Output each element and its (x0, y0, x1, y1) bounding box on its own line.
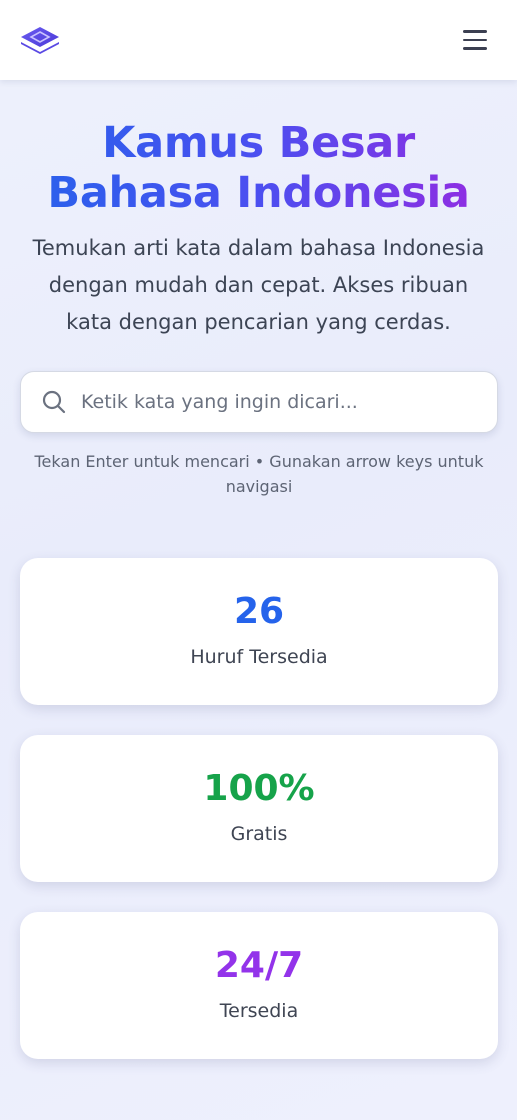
stat-label: Huruf Tersedia (190, 646, 328, 668)
stat-value: 100% (203, 768, 315, 809)
hamburger-menu-button[interactable] (460, 25, 490, 55)
stat-card-availability: 24/7 Tersedia (20, 912, 498, 1059)
page-title: Kamus Besar Bahasa Indonesia (0, 118, 517, 218)
search-icon (42, 390, 66, 414)
top-navbar (0, 0, 517, 80)
search-input[interactable] (81, 391, 481, 413)
stat-value: 24/7 (214, 945, 304, 986)
hero-section: Kamus Besar Bahasa Indonesia Temukan art… (0, 118, 517, 341)
stat-card-free: 100% Gratis (20, 735, 498, 882)
search-hint: Tekan Enter untuk mencari • Gunakan arro… (34, 452, 484, 496)
hamburger-menu-icon (463, 30, 487, 33)
page-subtitle: Temukan arti kata dalam bahasa Indonesia… (32, 236, 485, 334)
layered-stack-logo-icon[interactable] (19, 23, 61, 57)
stat-card-letters: 26 Huruf Tersedia (20, 558, 498, 705)
search-box[interactable] (20, 371, 498, 433)
stat-label: Tersedia (219, 1000, 299, 1022)
stat-label: Gratis (230, 823, 288, 845)
stat-value: 26 (233, 591, 285, 632)
